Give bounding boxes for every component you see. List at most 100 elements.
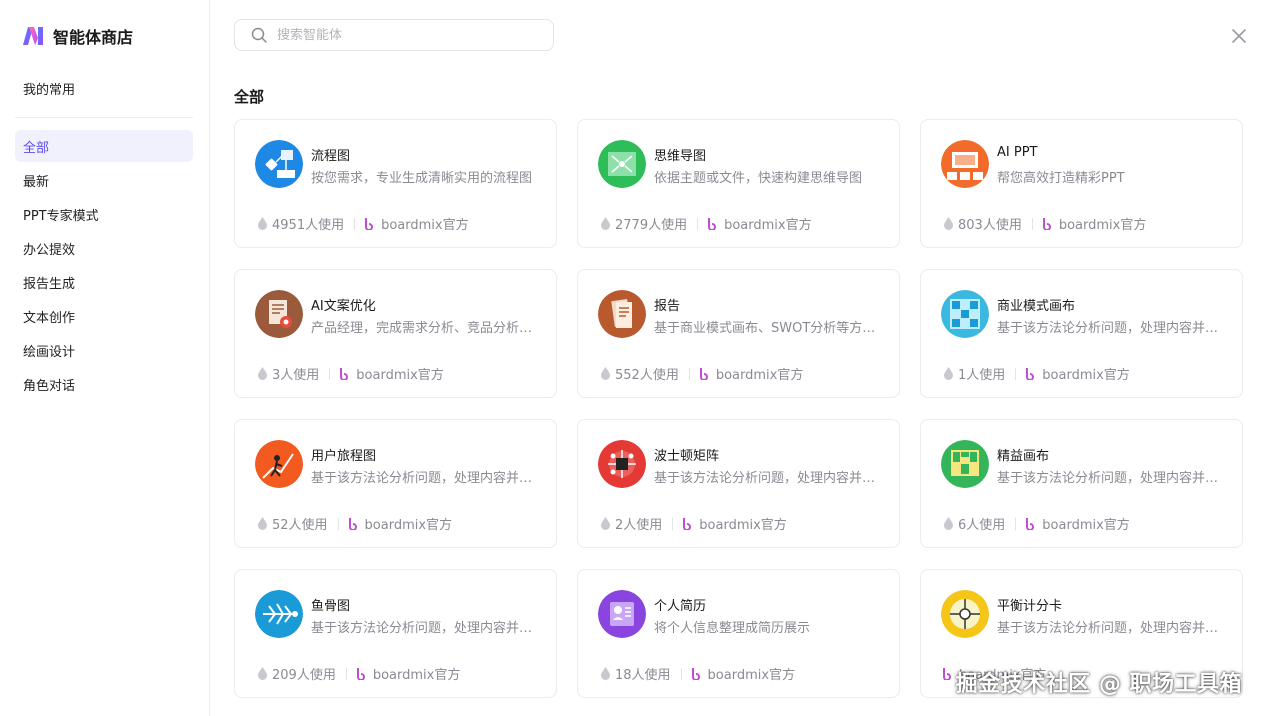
usage-count: 3人使用: [272, 368, 320, 383]
sidebar-divider: [15, 117, 193, 118]
sidebar-item[interactable]: 办公提效: [15, 232, 193, 264]
card-title: 思维导图: [654, 149, 707, 164]
card-title: 波士顿矩阵: [654, 449, 720, 464]
card-title: 精益画布: [997, 449, 1050, 464]
sidebar-item[interactable]: 绘画设计: [15, 334, 193, 366]
card-title: 商业模式画布: [997, 299, 1076, 314]
agent-card[interactable]: 思维导图依据主题或文件，快速构建思维导图 2779人使用 boardmix官方: [577, 119, 900, 248]
usage-flame-icon: [944, 217, 953, 230]
boardmix-logo-icon: [365, 217, 374, 230]
app-title: 智能体商店: [53, 28, 134, 47]
usage-flame-icon: [258, 517, 267, 530]
sidebar-item[interactable]: 文本创作: [15, 300, 193, 332]
card-description: 基于商业模式画布、SWOT分析等方法生成报告: [654, 321, 880, 336]
sidebar-item[interactable]: 角色对话: [15, 368, 193, 400]
canvas-grid-icon: [941, 290, 989, 338]
boardmix-logo-icon: [348, 517, 357, 530]
boardmix-logo-icon: [340, 367, 349, 380]
usage-count: 209人使用: [272, 668, 336, 683]
boardmix-logo-icon: [708, 217, 717, 230]
boardmix-logo-icon: [356, 667, 365, 680]
agent-card[interactable]: 个人简历 将个人信息整理成简历展示 18人使用 boardmix官方: [577, 569, 900, 698]
search-input[interactable]: [277, 27, 527, 43]
close-icon[interactable]: [1230, 27, 1248, 45]
sidebar-nav: 全部 最新 PPT专家模式 办公提效 报告生成 文本创作 绘画设计 角色对话: [15, 130, 193, 402]
agent-card[interactable]: 鱼骨图基于该方法论分析问题，处理内容并输出结果 209人使用 boardmix官方: [234, 569, 557, 698]
card-title: 报告: [654, 299, 681, 314]
card-title: 用户旅程图: [311, 449, 377, 464]
author-name: boardmix官方: [364, 518, 453, 533]
card-description: 产品经理，完成需求分析、竞品分析等工作: [311, 321, 537, 336]
card-description: 按您需求，专业生成清晰实用的流程图: [311, 171, 533, 186]
sidebar-item[interactable]: 报告生成: [15, 266, 193, 298]
footer-divider: [688, 367, 690, 380]
card-title: AI PPT: [997, 145, 1038, 160]
card-description: 基于该方法论分析问题，处理内容并输出结果: [311, 471, 537, 486]
footer-divider: [1031, 217, 1033, 230]
usage-count: 2人使用: [615, 518, 663, 533]
boardmix-logo-icon: [1026, 517, 1035, 530]
card-title: 个人简历: [654, 599, 707, 614]
card-footer: 4951人使用 boardmix官方: [257, 214, 469, 233]
author-name: boardmix官方: [707, 668, 796, 683]
sidebar-item[interactable]: PPT专家模式: [15, 198, 193, 230]
boardmix-logo-icon: [1026, 367, 1035, 380]
card-footer: 1人使用 boardmix官方: [943, 364, 1130, 383]
card-description: 基于该方法论分析问题，处理内容并输出结果: [997, 621, 1223, 636]
mindmap-icon: [598, 140, 646, 188]
card-title: 流程图: [311, 149, 351, 164]
agent-card[interactable]: 报告基于商业模式画布、SWOT分析等方法生成报告 552人使用 boardmix官方: [577, 269, 900, 398]
author-name: boardmix官方: [1042, 518, 1130, 533]
ppt-icon: [941, 140, 989, 188]
usage-flame-icon: [258, 667, 267, 680]
card-description: 依据主题或文件，快速构建思维导图: [654, 171, 863, 186]
sidebar-favorites[interactable]: 我的常用: [23, 79, 75, 98]
agent-card[interactable]: 用户旅程图基于该方法论分析问题，处理内容并输出结果 52人使用 boardmix官方: [234, 419, 557, 548]
agent-card[interactable]: 流程图按您需求，专业生成清晰实用的流程图 4951人使用 boardmix官方: [234, 119, 557, 248]
author-name: boardmix官方: [724, 218, 812, 233]
usage-count: 4951人使用: [272, 218, 345, 233]
card-title: 鱼骨图: [311, 599, 351, 614]
usage-count: 803人使用: [958, 218, 1022, 233]
author-name: boardmix官方: [372, 668, 461, 683]
author-name: boardmix官方: [715, 368, 804, 383]
agent-card[interactable]: 精益画布基于该方法论分析问题，处理内容并输出结果 6人使用 boardmix官方: [920, 419, 1243, 548]
card-footer: 52人使用 boardmix官方: [257, 514, 452, 533]
fishbone-icon: [255, 590, 303, 638]
sidebar-item[interactable]: 最新: [15, 164, 193, 196]
agent-card[interactable]: 商业模式画布基于该方法论分析问题，处理内容并输出结果 1人使用 boardmix官方: [920, 269, 1243, 398]
usage-flame-icon: [258, 217, 267, 230]
usage-flame-icon: [258, 367, 267, 380]
search-box[interactable]: [234, 19, 554, 51]
brand: 智能体商店: [22, 24, 133, 48]
card-description: 基于该方法论分析问题，处理内容并输出结果: [997, 471, 1223, 486]
report-icon: [598, 290, 646, 338]
agent-card[interactable]: AI文案优化产品经理，完成需求分析、竞品分析等工作 3人使用 boardmix官方: [234, 269, 557, 398]
card-title: AI文案优化: [311, 299, 376, 314]
usage-count: 1人使用: [958, 368, 1006, 383]
card-description: 基于该方法论分析问题，处理内容并输出结果: [311, 621, 537, 636]
usage-flame-icon: [601, 667, 610, 680]
card-footer: 552人使用 boardmix官方: [600, 364, 803, 383]
lean-canvas-icon: [941, 440, 989, 488]
footer-divider: [672, 517, 674, 530]
author-name: boardmix官方: [381, 218, 469, 233]
sidebar-item[interactable]: 全部: [15, 130, 193, 162]
card-footer: 2人使用 boardmix官方: [600, 514, 787, 533]
sidebar: 智能体商店 我的常用 全部 最新 PPT专家模式 办公提效 报告生成 文本创作 绘画设计 角色…: [0, 0, 210, 716]
footer-divider: [1015, 517, 1017, 530]
footer-divider: [697, 217, 699, 230]
resume-icon: [598, 590, 646, 638]
main-content: 全部 流程图按您需求，专业生成清晰实用的流程图 4951人使用 boardmix官方…: [210, 0, 1262, 716]
journey-icon: [255, 440, 303, 488]
footer-divider: [329, 367, 331, 380]
usage-flame-icon: [944, 517, 953, 530]
footer-divider: [680, 667, 682, 680]
boardmix-logo-icon: [699, 367, 708, 380]
card-footer: 2779人使用 boardmix官方: [600, 214, 812, 233]
card-footer: 3人使用 boardmix官方: [257, 364, 444, 383]
boardmix-logo-icon: [1042, 217, 1051, 230]
usage-flame-icon: [601, 517, 610, 530]
agent-card[interactable]: 波士顿矩阵基于该方法论分析问题，处理内容并输出结果 2人使用 boardmix官方: [577, 419, 900, 548]
agent-card[interactable]: AI PPT 帮您高效打造精彩PPT 803人使用 boardmix官方: [920, 119, 1243, 248]
